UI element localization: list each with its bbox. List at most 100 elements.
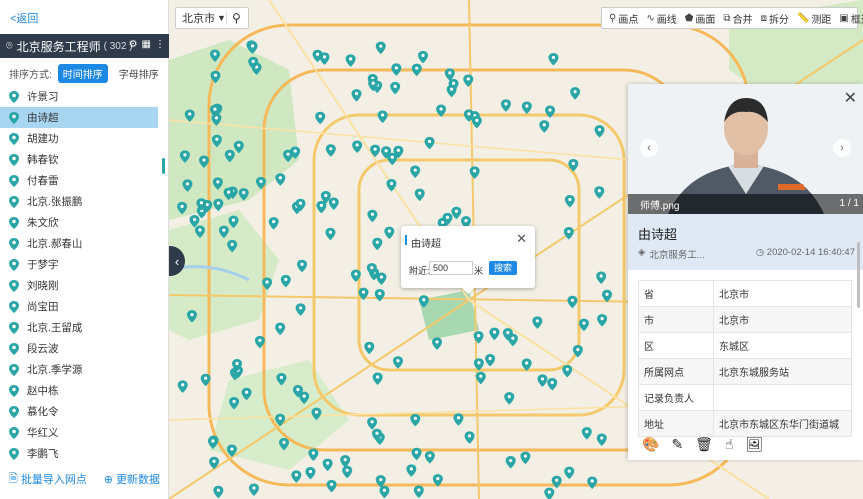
table-row: 所属网点 北京东城服务站	[638, 359, 852, 385]
list-item[interactable]: 付春雷	[0, 170, 158, 191]
map-marker-dot	[237, 143, 241, 147]
back-link[interactable]: <返回	[10, 10, 38, 26]
map-marker-dot	[199, 201, 204, 205]
app-root: <返回 ⌾ 北京服务工程师 ( 302 ) ⚙ ▦ ⋮ 排序方式: 时间排序 字…	[0, 0, 863, 499]
map-marker-dot	[265, 280, 269, 284]
map-marker-dot	[272, 220, 276, 224]
list-item-label: 韩春钦	[27, 154, 59, 166]
settings-icon[interactable]: ⚙	[129, 39, 138, 50]
pin-icon	[9, 384, 19, 397]
refresh-button[interactable]: ⊕ 更新数据	[104, 471, 160, 487]
search-nearby-popup: 由诗超 ✕ 附近: 500 米 搜索	[401, 226, 535, 294]
list-item[interactable]: 韩春钦	[0, 149, 158, 170]
list-item[interactable]: 胡建功	[0, 128, 158, 149]
pin-icon	[9, 90, 19, 103]
record-date: ◷ 2020-02-14 16:40:47	[756, 247, 855, 258]
search-button[interactable]: 搜索	[489, 261, 517, 275]
tool-measure[interactable]: 📏 测距	[793, 11, 835, 26]
close-icon[interactable]: ✕	[844, 88, 857, 108]
tool-merge[interactable]: ⧉ 合并	[719, 11, 756, 26]
map-marker-dot	[216, 180, 220, 184]
map-marker-dot	[467, 434, 472, 438]
map-marker-dot	[244, 390, 249, 394]
map-marker-dot	[198, 228, 202, 232]
map-marker-dot	[183, 153, 187, 157]
map-marker-dot	[213, 107, 217, 111]
tool-draw-polygon[interactable]: ⬟ 画面	[681, 11, 720, 26]
pin-icon	[9, 321, 19, 334]
list-item[interactable]: 北京.季学源	[0, 359, 158, 380]
more-icon[interactable]: ⋮	[155, 39, 165, 50]
map-marker-dot	[373, 147, 377, 151]
pin-icon	[9, 174, 19, 187]
list-item[interactable]: 慕化令	[0, 401, 158, 422]
list-item[interactable]: 由诗超	[0, 107, 158, 128]
city-select[interactable]: 北京市 ▼ ⚲	[175, 7, 249, 29]
tool-label: 框选	[850, 14, 863, 26]
tool-draw-line[interactable]: ∿ 画线	[642, 11, 680, 26]
tool-split[interactable]: ⧈ 拆分	[757, 11, 793, 26]
list-item-label: 朱文欣	[27, 217, 59, 229]
map-marker-dot	[204, 376, 208, 380]
palette-icon[interactable]: 🎨	[642, 436, 659, 453]
list-icon[interactable]: ▦	[142, 39, 151, 50]
map-marker-dot	[413, 168, 417, 172]
sort-row: 排序方式: 时间排序 字母排序	[0, 63, 169, 83]
map-marker-dot	[479, 374, 483, 378]
worker-name: 由诗超	[638, 227, 678, 242]
map-marker-dot	[409, 467, 413, 471]
list-item[interactable]: 华红义	[0, 422, 158, 443]
map-marker-dot	[511, 336, 515, 340]
pin-icon	[9, 216, 19, 229]
map-marker-dot	[332, 200, 336, 204]
map-marker-dot	[467, 112, 471, 116]
map-marker-dot	[477, 334, 481, 338]
worker-list: 许景习 由诗超 胡建功 韩春钦 付春雷 北京.张振鹏 朱文欣 北京.郝春山 于梦宇 刘晓刚 尚宝田北…	[0, 86, 169, 462]
edit-icon[interactable]: ✎	[671, 436, 683, 453]
list-item[interactable]: 刘晓刚	[0, 275, 158, 296]
map-marker-dot	[258, 338, 262, 343]
map-marker-dot	[590, 479, 594, 483]
image-icon[interactable]: 🖼	[745, 436, 763, 453]
tool-label: 画线	[656, 14, 677, 26]
prev-photo-button[interactable]: ‹	[640, 139, 658, 157]
import-button[interactable]: 🗎 批量导入网点	[9, 470, 87, 489]
map-marker-dot	[326, 461, 330, 465]
map-marker-dot	[235, 361, 239, 366]
next-photo-button[interactable]: ›	[833, 139, 851, 157]
list-item[interactable]: 赵中栋	[0, 380, 158, 401]
map-marker-dot	[525, 361, 529, 365]
map-marker-dot	[370, 265, 374, 270]
list-scrollbar[interactable]	[162, 158, 165, 174]
list-item[interactable]: 于梦宇	[0, 254, 158, 275]
tool-draw-point[interactable]: ⚲ 画点	[605, 11, 642, 26]
distance-select[interactable]: 500	[429, 261, 473, 275]
map-marker-dot	[298, 201, 303, 205]
list-item[interactable]: 朱文欣	[0, 212, 158, 233]
hand-icon[interactable]: ☝	[725, 436, 734, 453]
list-item[interactable]: 北京.郝春山	[0, 233, 158, 254]
map-marker-dot	[597, 189, 601, 193]
delete-icon[interactable]: 🗑	[695, 436, 713, 453]
tool-box-select[interactable]: ▣框选	[835, 11, 863, 26]
map-toolbar: ⚲画点 ∿画线 ⬟画面 ⧉合并 ⧈拆分 📏测距 ▣框选	[601, 7, 863, 29]
sort-time-button[interactable]: 时间排序	[57, 63, 108, 83]
map-marker-dot	[418, 191, 422, 195]
split-icon: ⧈	[760, 12, 767, 24]
list-item[interactable]: 李鹏飞	[0, 443, 158, 462]
left-panel: <返回 ⌾ 北京服务工程师 ( 302 ) ⚙ ▦ ⋮ 排序方式: 时间排序 字…	[0, 0, 169, 499]
sort-alpha-button[interactable]: 字母排序	[114, 64, 164, 83]
worker-photo[interactable]: ✕ ‹ › 师傅.png 1 / 1	[628, 84, 863, 214]
search-icon[interactable]: ⚲	[232, 11, 241, 25]
map-marker-dot	[394, 66, 398, 70]
list-item-label: 段云波	[27, 343, 59, 355]
detail-scrollbar[interactable]	[857, 242, 860, 308]
list-item[interactable]: 尚宝田	[0, 296, 158, 317]
list-item[interactable]: 许景习	[0, 86, 158, 107]
list-item-label: 于梦宇	[27, 259, 59, 271]
map-marker-dot	[286, 152, 290, 156]
list-item[interactable]: 段云波	[0, 338, 158, 359]
close-icon[interactable]: ✕	[516, 231, 527, 247]
list-item[interactable]: 北京.王留成	[0, 317, 158, 338]
list-item[interactable]: 北京.张振鹏	[0, 191, 158, 212]
